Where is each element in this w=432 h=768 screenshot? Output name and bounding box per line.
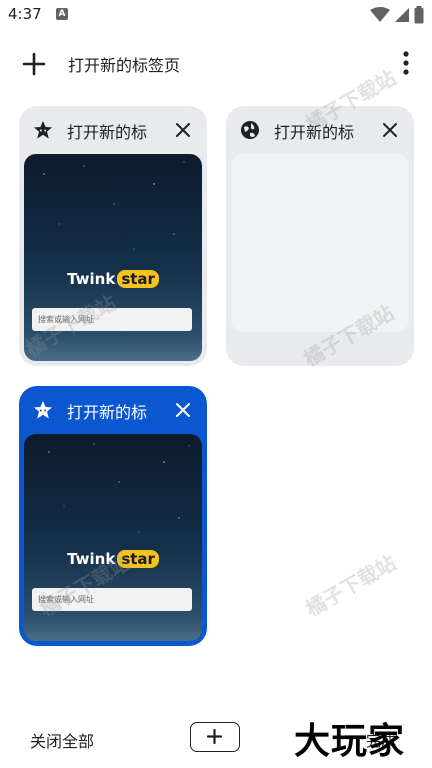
brand-text: Twink xyxy=(67,270,116,288)
status-icons xyxy=(370,6,424,24)
new-tab-button[interactable] xyxy=(190,722,240,752)
bottom-bar: 关闭全部 完成 大玩家 xyxy=(0,710,432,768)
tab-thumbnail: Twink star 搜索或输入网址 xyxy=(24,154,202,361)
globe-icon xyxy=(241,121,259,139)
tab-header: 打开新的标 xyxy=(19,386,207,434)
brand-highlight: star xyxy=(117,270,159,288)
tab-card[interactable]: 打开新的标 xyxy=(226,106,414,366)
thumbnail-search-box: 搜索或输入网址 xyxy=(32,588,192,611)
brand-highlight: star xyxy=(117,550,159,568)
star-face-icon xyxy=(34,401,52,419)
tab-card[interactable]: 打开新的标 Twink star 搜索或输入网址 xyxy=(19,106,207,366)
close-tab-icon[interactable] xyxy=(173,400,193,420)
new-tab-plus-icon[interactable] xyxy=(20,50,48,78)
tab-title: 打开新的标 xyxy=(274,123,355,142)
status-time: 4:37 xyxy=(8,5,42,23)
tab-thumbnail: Twink star 搜索或输入网址 xyxy=(24,434,202,641)
thumbnail-search-box: 搜索或输入网址 xyxy=(32,308,192,331)
tab-thumbnail xyxy=(231,154,409,332)
signal-icon xyxy=(395,8,409,22)
watermark: 橘子下载站 xyxy=(301,550,401,622)
plus-icon xyxy=(206,728,223,745)
tab-header: 打开新的标 xyxy=(19,106,207,154)
tab-title: 打开新的标 xyxy=(67,123,148,142)
wifi-icon xyxy=(370,7,390,22)
notification-icon: A xyxy=(56,8,68,20)
toolbar-title: 打开新的标签页 xyxy=(68,56,181,75)
brand-logo-overlay: 大玩家 xyxy=(294,721,406,762)
more-menu-icon[interactable] xyxy=(402,50,410,76)
tab-switcher-toolbar: 打开新的标签页 xyxy=(0,40,432,86)
twinkstar-logo: Twink star xyxy=(24,550,202,568)
close-tab-icon[interactable] xyxy=(173,120,193,140)
close-all-button[interactable]: 关闭全部 xyxy=(30,728,94,752)
status-bar: 4:37 A xyxy=(0,0,432,30)
tab-title: 打开新的标 xyxy=(67,403,148,422)
tab-header: 打开新的标 xyxy=(226,106,414,154)
tab-card-active[interactable]: 打开新的标 Twink star 搜索或输入网址 xyxy=(19,386,207,646)
close-tab-icon[interactable] xyxy=(380,120,400,140)
brand-text: Twink xyxy=(67,550,116,568)
battery-icon xyxy=(414,6,424,24)
star-face-icon xyxy=(34,121,52,139)
twinkstar-logo: Twink star xyxy=(24,270,202,288)
